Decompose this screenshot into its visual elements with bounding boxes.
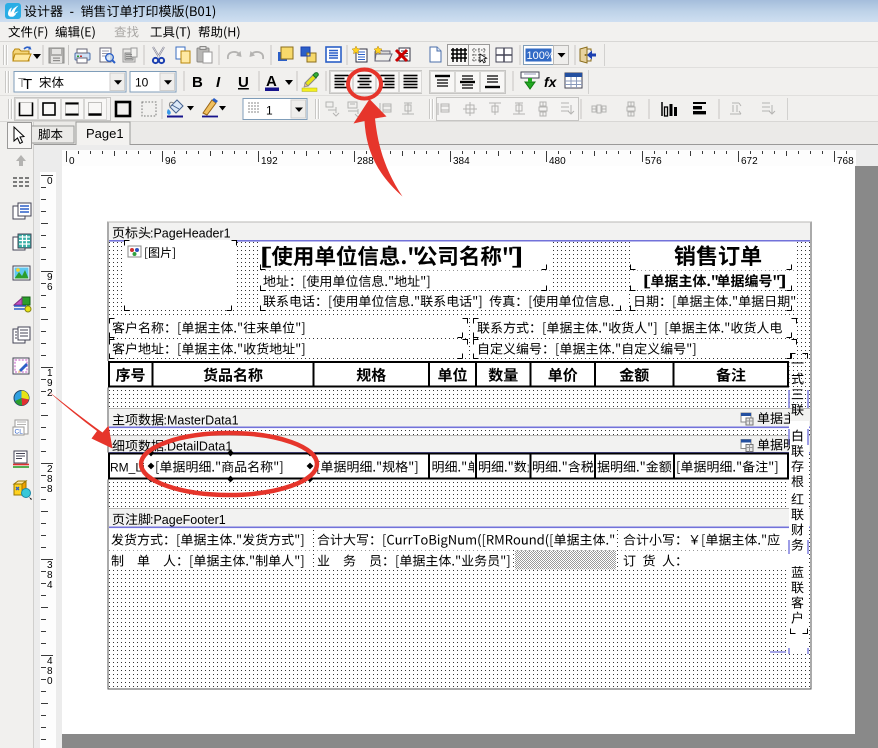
svg-text::PageHeader1: :PageHeader1 xyxy=(150,227,231,241)
svg-text:100%: 100% xyxy=(527,50,555,62)
svg-text:T: T xyxy=(23,76,32,93)
svg-text::PageFooter1: :PageFooter1 xyxy=(150,513,226,527)
svg-text:B: B xyxy=(192,74,203,91)
svg-text:fx: fx xyxy=(544,74,558,90)
svg-text:0: 0 xyxy=(47,176,53,187)
svg-text:96: 96 xyxy=(165,156,177,167)
svg-text:Page1: Page1 xyxy=(86,126,124,141)
svg-text:672: 672 xyxy=(741,156,758,167)
svg-text:2: 2 xyxy=(47,388,53,399)
svg-text:1: 1 xyxy=(266,104,273,118)
svg-text:CL: CL xyxy=(15,429,24,436)
svg-text:288: 288 xyxy=(357,156,374,167)
svg-text:4: 4 xyxy=(47,580,53,591)
svg-text:U: U xyxy=(238,74,249,91)
svg-text:384: 384 xyxy=(453,156,470,167)
svg-text::MasterData1: :MasterData1 xyxy=(164,414,239,428)
svg-text:0: 0 xyxy=(47,676,53,687)
svg-text:768: 768 xyxy=(837,156,854,167)
svg-text:8: 8 xyxy=(47,484,53,495)
svg-text:A: A xyxy=(266,73,277,90)
svg-text:576: 576 xyxy=(645,156,662,167)
svg-text:192: 192 xyxy=(261,156,278,167)
svg-text:6: 6 xyxy=(47,282,53,293)
svg-text:0: 0 xyxy=(69,156,75,167)
svg-text:10: 10 xyxy=(135,76,149,90)
svg-text:480: 480 xyxy=(549,156,566,167)
